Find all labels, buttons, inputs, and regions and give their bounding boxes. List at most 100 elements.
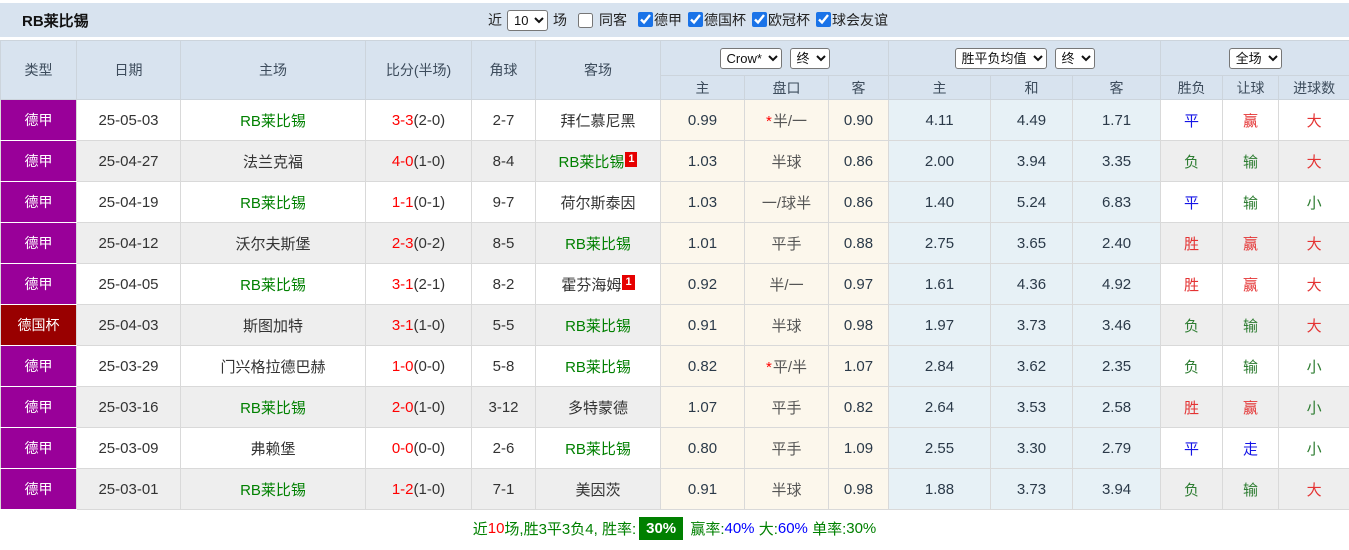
team-name: RB莱比锡 (240, 482, 306, 499)
fulltime-score: 2-0 (392, 399, 414, 416)
team-name: 美因茨 (575, 482, 620, 499)
halftime-score: (1-0) (414, 317, 446, 334)
home-team: 斯图加特 (181, 305, 366, 346)
result-goals: 大 (1279, 223, 1349, 264)
sub-header-avg-home: 主 (889, 76, 991, 100)
live-star-icon: * (766, 113, 772, 130)
fulltime-score: 3-1 (392, 317, 414, 334)
score: 2-0(1-0) (366, 387, 472, 428)
league-filter-2[interactable]: 欧冠杯 (746, 10, 810, 30)
odds-home: 0.99 (661, 100, 745, 141)
avg-type-select[interactable]: 胜平负均值 (955, 48, 1047, 69)
near-label: 近 (488, 10, 502, 30)
same-opponent-checkbox[interactable] (578, 13, 593, 28)
sub-header-avg-draw: 和 (991, 76, 1073, 100)
fulltime-score: 3-3 (392, 112, 414, 129)
win-rate-badge: 30% (639, 517, 683, 540)
score: 3-1(2-1) (366, 264, 472, 305)
result-wdl: 负 (1161, 305, 1223, 346)
league-filter-3[interactable]: 球会友谊 (810, 10, 888, 30)
away-team: RB莱比锡 (536, 223, 661, 264)
corners: 8-4 (472, 141, 536, 182)
result-handicap: 输 (1223, 305, 1279, 346)
team-name: RB莱比锡 (565, 318, 631, 335)
handicap-line: 平手 (745, 223, 829, 264)
result-handicap: 赢 (1223, 387, 1279, 428)
score: 3-1(1-0) (366, 305, 472, 346)
result-wdl: 平 (1161, 100, 1223, 141)
sub-header-handicap: 盘口 (745, 76, 829, 100)
fulltime-score: 3-1 (392, 276, 414, 293)
halftime-score: (1-0) (414, 481, 446, 498)
league-filter-checkbox[interactable] (638, 12, 653, 27)
corners: 5-5 (472, 305, 536, 346)
summary-stats: 近10场,胜3平3负4, 胜率:30% 赢率:40% 大:60% 单率:30% (0, 510, 1349, 546)
corners: 3-12 (472, 387, 536, 428)
league-filter-1[interactable]: 德国杯 (682, 10, 746, 30)
avg-draw: 3.62 (991, 346, 1073, 387)
match-date: 25-04-12 (77, 223, 181, 264)
avg-period-select[interactable]: 终 (1055, 48, 1095, 69)
match-date: 25-04-27 (77, 141, 181, 182)
table-row: 德甲 25-03-09 弗赖堡 0-0(0-0) 2-6 RB莱比锡 0.80 … (1, 428, 1349, 469)
scope-select[interactable]: 全场 (1229, 48, 1282, 69)
result-handicap: 输 (1223, 469, 1279, 510)
table-row: 德甲 25-03-01 RB莱比锡 1-2(1-0) 7-1 美因茨 0.91 … (1, 469, 1349, 510)
result-wdl: 负 (1161, 469, 1223, 510)
handicap-line: 平手 (745, 387, 829, 428)
games-label: 场 (553, 10, 567, 30)
avg-away: 2.40 (1073, 223, 1161, 264)
avg-home: 1.88 (889, 469, 991, 510)
odds-period-select[interactable]: 终 (790, 48, 830, 69)
avg-draw: 3.73 (991, 469, 1073, 510)
team-name: 斯图加特 (243, 318, 303, 335)
red-card-badge: 1 (622, 275, 634, 290)
match-type-badge: 德甲 (1, 223, 77, 264)
odds-home: 1.03 (661, 141, 745, 182)
avg-draw: 3.53 (991, 387, 1073, 428)
corners: 8-2 (472, 264, 536, 305)
score: 0-0(0-0) (366, 428, 472, 469)
result-goals: 小 (1279, 182, 1349, 223)
filter-controls: 近 10 场 同客 德甲德国杯欧冠杯 球会友谊 (488, 7, 888, 33)
col-header-corner: 角球 (472, 41, 536, 100)
avg-draw: 3.73 (991, 305, 1073, 346)
league-filter-checkbox[interactable] (752, 12, 767, 27)
avg-home: 2.84 (889, 346, 991, 387)
score: 4-0(1-0) (366, 141, 472, 182)
home-team: 弗赖堡 (181, 428, 366, 469)
odds-home: 0.91 (661, 469, 745, 510)
result-goals: 大 (1279, 141, 1349, 182)
summary-segment: 10 (488, 520, 505, 537)
result-wdl: 胜 (1161, 264, 1223, 305)
result-handicap: 输 (1223, 182, 1279, 223)
col-header-type: 类型 (1, 41, 77, 100)
col-header-score: 比分(半场) (366, 41, 472, 100)
topbar: RB莱比锡 近 10 场 同客 德甲德国杯欧冠杯球会友谊 (0, 3, 1349, 37)
avg-home: 4.11 (889, 100, 991, 141)
home-team: RB莱比锡 (181, 264, 366, 305)
avg-draw: 4.49 (991, 100, 1073, 141)
league-filter-label: 球会友谊 (832, 10, 888, 30)
result-goals: 大 (1279, 264, 1349, 305)
score: 3-3(2-0) (366, 100, 472, 141)
home-team: RB莱比锡 (181, 100, 366, 141)
summary-segment: 场,胜3平3负4, 胜率: (504, 518, 636, 539)
team-name: 霍芬海姆 (561, 277, 621, 294)
summary-segment: 60% (778, 520, 808, 537)
match-date: 25-04-03 (77, 305, 181, 346)
same-opponent-toggle[interactable]: 同客 (572, 10, 627, 30)
fulltime-score: 0-0 (392, 440, 414, 457)
league-filter-checkbox[interactable] (816, 12, 831, 27)
match-history-table: 类型 日期 主场 比分(半场) 角球 客场 Crow* 终 胜 (0, 40, 1349, 510)
home-team: RB莱比锡 (181, 387, 366, 428)
odds-home: 1.07 (661, 387, 745, 428)
league-filter-0[interactable]: 德甲 (632, 10, 682, 30)
near-count-select[interactable]: 10 (507, 10, 548, 31)
summary-segment: 单率: (808, 518, 846, 539)
league-filter-label: 德甲 (654, 10, 682, 30)
col-header-away: 客场 (536, 41, 661, 100)
bookmaker-select[interactable]: Crow* (720, 48, 782, 69)
league-filter-checkbox[interactable] (688, 12, 703, 27)
result-goals: 大 (1279, 469, 1349, 510)
